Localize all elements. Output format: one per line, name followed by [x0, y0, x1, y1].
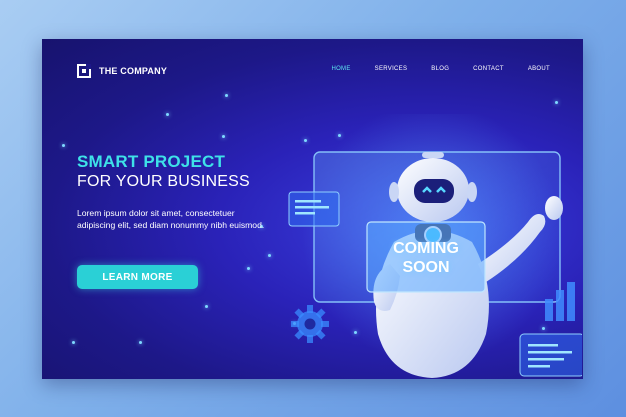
nav-blog[interactable]: BLOG — [431, 66, 449, 72]
star-dot — [166, 113, 169, 116]
star-dot — [222, 135, 225, 138]
top-nav: HOME SERVICES BLOG CONTACT ABOUT — [331, 66, 550, 72]
brand-name: THE COMPANY — [99, 66, 168, 76]
hero-description: Lorem ipsum dolor sit amet, consectetuer… — [77, 208, 265, 230]
nav-about[interactable]: ABOUT — [528, 66, 550, 72]
chat-panel-icon — [288, 191, 340, 227]
landing-page-frame: THE COMPANY HOME SERVICES BLOG CONTACT A… — [42, 39, 583, 379]
message-panel — [519, 333, 582, 377]
square-bracket-logo-icon — [77, 64, 91, 78]
coming-soon-text: COMING SOON — [367, 223, 485, 292]
nav-home[interactable]: HOME — [331, 66, 350, 72]
star-dot — [205, 305, 208, 308]
star-dot — [72, 341, 75, 344]
soon-label: SOON — [402, 258, 450, 276]
coming-label: COMING — [393, 239, 459, 257]
nav-contact[interactable]: CONTACT — [473, 66, 504, 72]
star-dot — [268, 254, 271, 257]
star-dot — [555, 101, 558, 104]
star-dot — [225, 94, 228, 97]
star-dot — [247, 267, 250, 270]
hero-subtitle: FOR YOUR BUSINESS — [77, 173, 250, 190]
nav-services[interactable]: SERVICES — [375, 66, 408, 72]
gear-icon — [291, 305, 329, 343]
hero-title: SMART PROJECT — [77, 152, 226, 171]
star-dot — [62, 144, 65, 147]
logo[interactable]: THE COMPANY — [77, 64, 167, 78]
star-dot — [139, 341, 142, 344]
learn-more-button[interactable]: LEARN MORE — [77, 265, 198, 289]
